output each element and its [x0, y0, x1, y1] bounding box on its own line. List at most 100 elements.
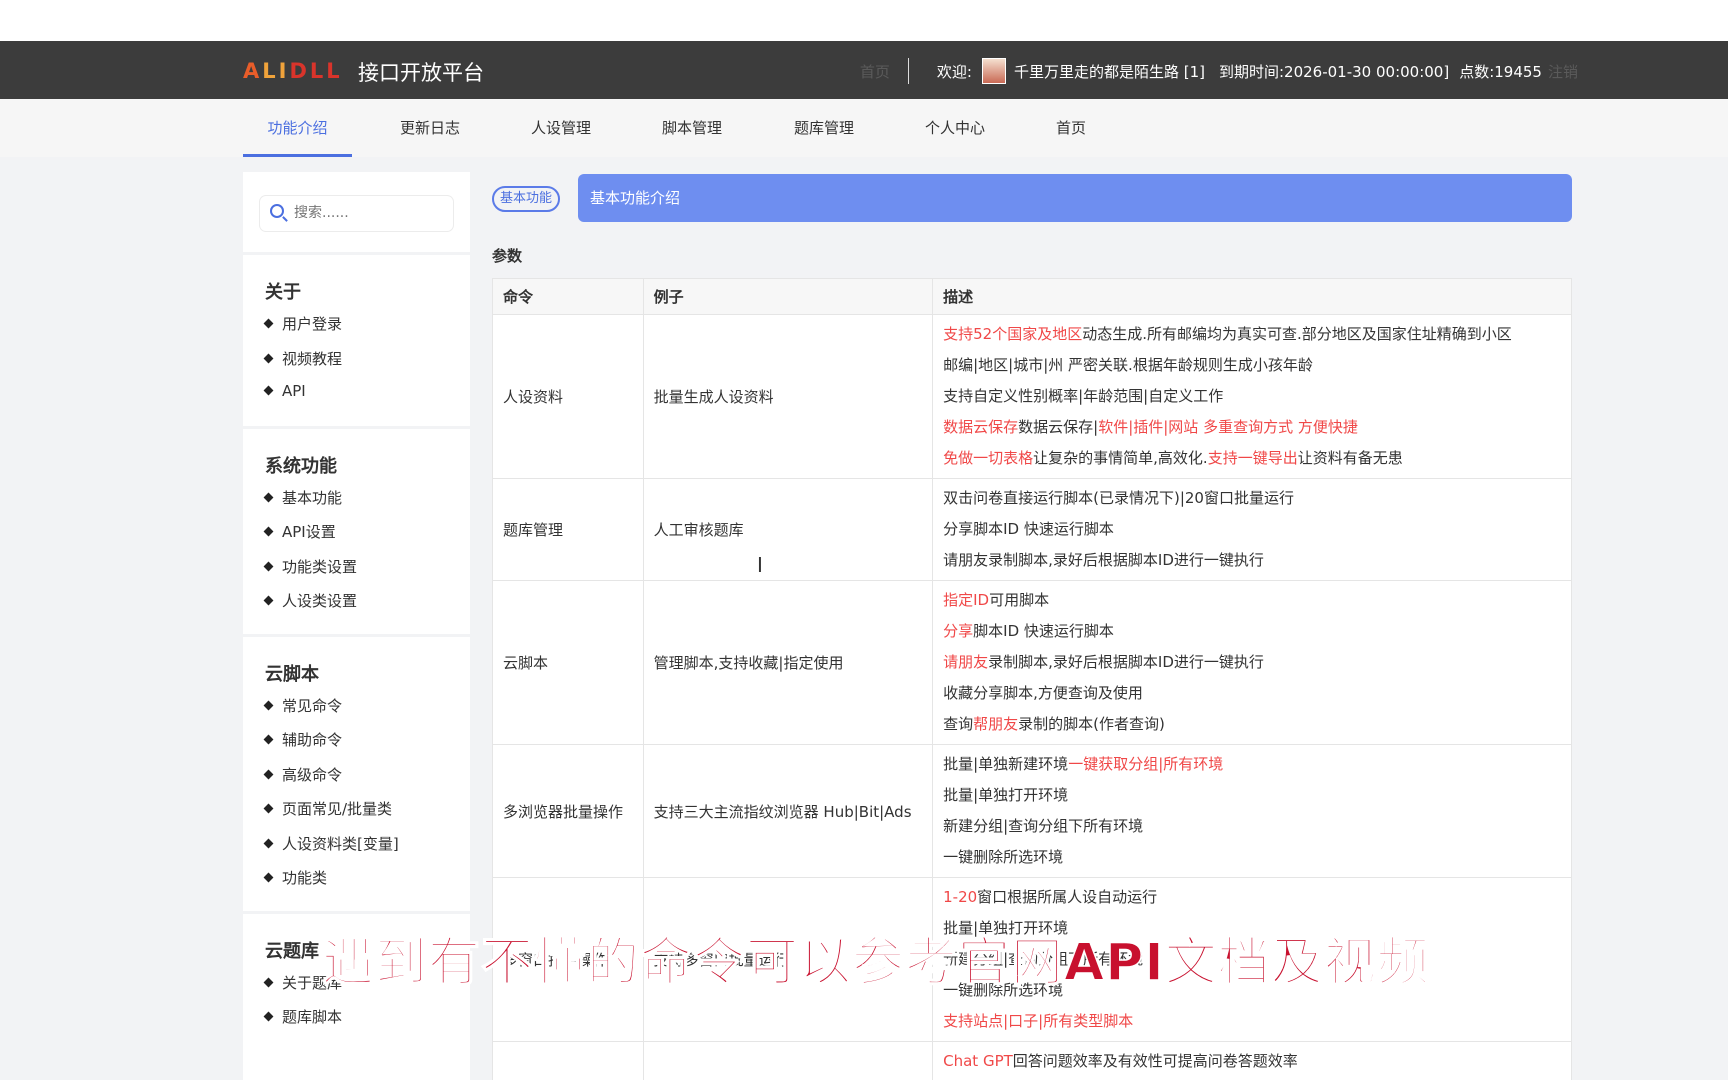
- description-line: 邮编|地区|城市|州 严密关联.根据年龄规则生成小孩年龄: [943, 350, 1561, 381]
- main-nav: 功能介绍 更新日志 人设管理 脚本管理 题库管理 个人中心 首页: [0, 99, 1728, 157]
- sidebar-item-common-commands[interactable]: 常见命令: [263, 695, 343, 716]
- sidebar-item-advanced-commands[interactable]: 高级命令: [263, 764, 342, 785]
- sidebar-section-about: 关于: [265, 282, 301, 303]
- sidebar-item-label: 用户登录: [282, 315, 343, 333]
- description-text: 录制的脚本(作者查询): [1018, 715, 1165, 733]
- basic-function-tag[interactable]: 基本功能: [492, 186, 561, 212]
- bullet-icon: [263, 977, 274, 988]
- nav-changelog[interactable]: 更新日志: [380, 99, 480, 157]
- description-line: 批量|单独新建环境一键获取分组|所有环境: [943, 749, 1561, 780]
- sidebar-item-video[interactable]: 视频教程: [263, 348, 342, 369]
- sidebar-divider: [243, 252, 470, 255]
- sidebar-item-label: 人设资料类[变量]: [282, 835, 399, 853]
- description-cell: 指定ID可用脚本 分享脚本ID 快速运行脚本 请朋友录制脚本,录好后根据脚本ID进行…: [932, 580, 1572, 745]
- command-cell: 题库管理: [492, 478, 644, 581]
- bullet-icon: [263, 385, 274, 396]
- highlight-text: 1-20: [943, 888, 978, 906]
- bullet-icon: [263, 353, 274, 364]
- description-cell: 双击问卷直接运行脚本(已录情况下)|20窗口批量运行 分享脚本ID 快速运行脚本请…: [932, 478, 1572, 581]
- column-header-description: 描述: [932, 278, 1572, 315]
- params-label: 参数: [492, 247, 523, 265]
- sidebar-item-label: 功能类设置: [282, 558, 358, 576]
- nav-home[interactable]: 首页: [1036, 99, 1106, 157]
- search-box[interactable]: [260, 196, 453, 231]
- nav-features[interactable]: 功能介绍: [243, 99, 352, 157]
- sidebar-item-api[interactable]: API: [263, 382, 306, 400]
- description-text: 新建分组|查询分组下所有环境: [943, 817, 1144, 835]
- bullet-icon: [263, 1011, 274, 1022]
- example-cell: [642, 1041, 934, 1080]
- table-row: 人设资料 批量生成人设资料 支持52个国家及地区动态生成.所有邮编均为真实可查.部分…: [492, 314, 1572, 479]
- bullet-icon: [263, 734, 274, 745]
- sidebar-item-function-class[interactable]: 功能类: [263, 867, 328, 888]
- section-banner: 基本功能介绍: [578, 174, 1572, 222]
- top-white-bar: [0, 0, 1728, 41]
- sidebar-item-label: 常见命令: [282, 697, 343, 715]
- nav-script-manage[interactable]: 脚本管理: [642, 99, 742, 157]
- highlight-text: 支持站点|口子|所有类型脚本: [943, 1012, 1134, 1030]
- description-line: 分享脚本ID 快速运行脚本: [943, 616, 1561, 647]
- sidebar-item-helper-commands[interactable]: 辅助命令: [263, 729, 342, 750]
- nav-user-center[interactable]: 个人中心: [905, 99, 1005, 157]
- description-text: 可用脚本: [989, 591, 1050, 609]
- description-text: 批量|单独打开环境: [943, 786, 1069, 804]
- sidebar-item-login[interactable]: 用户登录: [263, 313, 343, 334]
- description-line: 新建分组|查询分组下所有环境: [943, 811, 1561, 842]
- sidebar-item-persona-vars[interactable]: 人设资料类[变量]: [263, 833, 399, 854]
- sidebar-divider: [243, 426, 470, 429]
- description-line: 双击问卷直接运行脚本(已录情况下)|20窗口批量运行: [943, 483, 1561, 514]
- highlight-text: 支持52个国家及地区: [943, 325, 1083, 343]
- top-header: ALIDLL 接口开放平台 首页 欢迎: 千里万里走的都是陌生路 [1] 到期时…: [0, 41, 1728, 99]
- description-line: 数据云保存数据云保存|软件|插件|网站 多重查询方式 方便快捷: [943, 412, 1561, 443]
- description-text: 双击问卷直接运行脚本(已录情况下)|20窗口批量运行: [943, 489, 1294, 507]
- avatar[interactable]: [981, 58, 1006, 84]
- sidebar-divider: [243, 911, 470, 914]
- header-home-link[interactable]: 首页: [860, 61, 890, 82]
- text-cursor-icon: I: [757, 553, 763, 577]
- highlight-text: 请朋友: [943, 653, 989, 671]
- expire-time: 到期时间:2026-01-30 00:00:00]: [1218, 62, 1450, 81]
- description-text: 脚本ID 快速运行脚本: [973, 622, 1114, 640]
- sidebar-divider: [243, 634, 470, 637]
- description-line: 收藏分享脚本,方便查询及使用: [943, 678, 1561, 709]
- description-text: 查询: [943, 715, 974, 733]
- command-cell: 云脚本: [492, 580, 644, 745]
- description-text: 请朋友录制脚本,录好后根据脚本ID进行一键执行: [943, 551, 1264, 569]
- sidebar-item-label: 人设类设置: [282, 592, 358, 610]
- search-input[interactable]: [294, 202, 444, 224]
- highlight-text: 分享: [943, 622, 974, 640]
- command-cell: 人设资料: [492, 314, 644, 479]
- sidebar-item-basic[interactable]: 基本功能: [263, 487, 343, 508]
- description-line: 1-20窗口根据所属人设自动运行: [943, 882, 1561, 913]
- logout-link[interactable]: 注销: [1548, 61, 1578, 82]
- highlight-text: Chat GPT: [943, 1052, 1013, 1070]
- bullet-icon: [263, 492, 274, 503]
- description-line: 查询帮朋友录制的脚本(作者查询): [943, 709, 1561, 740]
- description-line: 支持站点|口子|所有类型脚本: [943, 1006, 1561, 1037]
- logo-part-2: LI: [262, 59, 290, 83]
- logo[interactable]: ALIDLL: [243, 59, 343, 83]
- sidebar-item-persona-settings[interactable]: 人设类设置: [263, 590, 358, 611]
- description-text: 动态生成.所有邮编均为真实可查.部分地区及国家住址精确到小区: [1082, 325, 1512, 343]
- sidebar-item-bank-script[interactable]: 题库脚本: [263, 1006, 342, 1027]
- example-cell: 支持三大主流指纹浏览器 Hub|Bit|Ads: [642, 744, 934, 878]
- description-text: 数据云保存|: [1018, 418, 1099, 436]
- description-line: 批量|单独打开环境: [943, 780, 1561, 811]
- nav-persona-manage[interactable]: 人设管理: [511, 99, 611, 157]
- example-cell: 人工审核题库: [642, 478, 934, 581]
- table-row: 多浏览器批量操作 支持三大主流指纹浏览器 Hub|Bit|Ads 批量|单独新建环境…: [492, 744, 1572, 878]
- sidebar-item-label: 基本功能: [282, 489, 343, 507]
- sidebar-item-function-settings[interactable]: 功能类设置: [263, 556, 358, 577]
- nav-question-bank[interactable]: 题库管理: [774, 99, 874, 157]
- command-cell: [492, 1041, 644, 1080]
- bullet-icon: [263, 769, 274, 780]
- video-subtitle: 遇到有不懂的命令可以参考官网API文档及视频: [321, 932, 1430, 994]
- description-line: 请朋友录制脚本,录好后根据脚本ID进行一键执行: [943, 545, 1561, 576]
- sidebar-item-label: 功能类: [282, 869, 328, 887]
- description-text: 让复杂的事情简单,高效化.: [1033, 449, 1208, 467]
- bullet-icon: [263, 318, 274, 329]
- header-divider: [907, 58, 909, 84]
- example-cell: 批量生成人设资料: [642, 314, 934, 479]
- sidebar-item-page-batch[interactable]: 页面常见/批量类: [263, 798, 392, 819]
- sidebar-item-api-settings[interactable]: API设置: [263, 521, 336, 542]
